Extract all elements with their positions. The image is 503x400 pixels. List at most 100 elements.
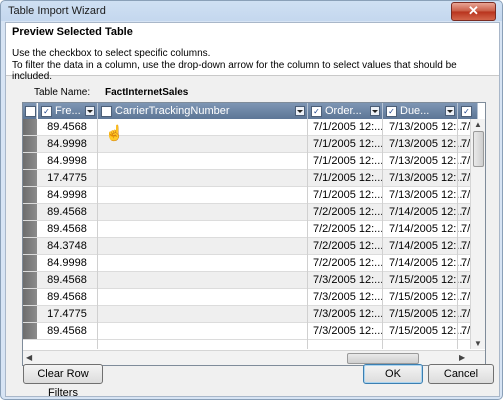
table-row[interactable]: 84.9998 7/1/2005 12:... 7/13/2005 12:... 7/… <box>23 187 485 204</box>
column-header-label: CarrierTrackingNumber <box>115 105 230 117</box>
row-selector[interactable] <box>23 306 37 322</box>
chevron-down-icon[interactable] <box>445 106 455 116</box>
table-name-value: FactInternetSales <box>105 87 189 98</box>
table-cell: 89.4568 <box>47 291 87 303</box>
row-selector[interactable] <box>23 187 37 203</box>
table-cell: 7/13/2005 12:... <box>389 155 466 167</box>
table-cell: 7/3/2005 12:... <box>313 308 384 320</box>
table-cell: 89.4568 <box>47 274 87 286</box>
table-cell: 17.4775 <box>47 172 87 184</box>
horizontal-scroll-thumb[interactable] <box>347 353 419 364</box>
scroll-left-icon[interactable]: ◀ <box>26 353 32 362</box>
section-title: Preview Selected Table <box>12 26 133 38</box>
table-cell: 7/14/2005 12:... <box>389 257 466 269</box>
table-row[interactable]: 84.9998 7/2/2005 12:... 7/14/2005 12:... 7/… <box>23 255 485 272</box>
column-checkbox[interactable]: ✓ <box>386 106 397 117</box>
row-selector[interactable] <box>23 255 37 271</box>
table-row[interactable]: 84.9998 7/1/2005 12:... 7/13/2005 12:... 7/… <box>23 136 485 153</box>
row-selector[interactable] <box>23 289 37 305</box>
row-selector[interactable] <box>23 153 37 169</box>
table-row[interactable]: 84.3748 7/2/2005 12:... 7/14/2005 12:... 7/… <box>23 238 485 255</box>
column-divider <box>97 119 98 349</box>
scroll-right-icon[interactable]: ▶ <box>459 353 465 362</box>
chevron-down-icon[interactable] <box>295 106 305 116</box>
table-cell: 7/15/2005 12:... <box>389 291 466 303</box>
chevron-down-icon[interactable] <box>85 106 95 116</box>
scroll-up-icon[interactable]: ▲ <box>474 120 482 129</box>
row-selector[interactable] <box>23 170 37 186</box>
row-selector[interactable] <box>23 272 37 288</box>
column-header[interactable]: ✓ Fre... <box>38 103 98 119</box>
table-cell: 7/2/2005 12:... <box>313 257 384 269</box>
clear-row-filters-button[interactable]: Clear Row Filters <box>23 364 103 399</box>
table-cell: 7/1/2005 12:... <box>313 189 384 201</box>
header-band: Preview Selected Table Use the checkbox … <box>6 23 499 82</box>
table-cell: 89.4568 <box>47 121 87 133</box>
column-header[interactable]: ✓ <box>458 103 478 119</box>
table-cell: 84.9998 <box>47 189 87 201</box>
row-selector[interactable] <box>23 119 37 135</box>
table-row[interactable]: 89.4568 7/3/2005 12:... 7/15/2005 12:... 7/… <box>23 272 485 289</box>
ok-button[interactable]: OK <box>363 364 423 384</box>
column-header[interactable]: ✓ Due... <box>383 103 458 119</box>
table-cell: 89.4568 <box>47 206 87 218</box>
scroll-down-icon[interactable]: ▼ <box>474 339 482 348</box>
wizard-content: Preview Selected Table Use the checkbox … <box>5 22 500 399</box>
table-cell: 7/2/2005 12:... <box>313 240 384 252</box>
table-cell: 7/1/2005 12:... <box>313 138 384 150</box>
column-divider <box>382 119 383 349</box>
column-header[interactable]: CarrierTrackingNumber <box>98 103 308 119</box>
table-row[interactable]: 89.4568 7/3/2005 12:... 7/15/2005 12:... 7/… <box>23 289 485 306</box>
table-row[interactable]: 84.9998 7/1/2005 12:... 7/13/2005 12:... 7/… <box>23 153 485 170</box>
column-header-label: Order... <box>325 105 362 117</box>
table-row[interactable]: 17.4775 7/3/2005 12:... 7/15/2005 12:... 7/… <box>23 306 485 323</box>
row-selector[interactable] <box>23 136 37 152</box>
table-cell: 7/15/2005 12:... <box>389 325 466 337</box>
horizontal-scrollbar[interactable]: ◀ ▶ <box>23 350 485 365</box>
table-cell: 7/3/2005 12:... <box>313 274 384 286</box>
close-button[interactable]: ✕ <box>451 2 496 21</box>
table-cell: 89.4568 <box>47 325 87 337</box>
table-cell: 7/3/2005 12:... <box>313 325 384 337</box>
cancel-button[interactable]: Cancel <box>428 364 494 384</box>
table-cell: 7/1/2005 12:... <box>313 172 384 184</box>
table-row[interactable]: 89.4568 7/1/2005 12:... 7/13/2005 12:... 7/… <box>23 119 485 136</box>
table-cell: 7/14/2005 12:... <box>389 206 466 218</box>
vertical-scrollbar[interactable]: ▲ ▼ <box>470 119 485 349</box>
column-checkbox[interactable]: ✓ <box>461 106 472 117</box>
title-bar[interactable]: Table Import Wizard ✕ <box>1 1 502 22</box>
table-cell: 84.3748 <box>47 240 87 252</box>
table-cell: 7/14/2005 12:... <box>389 223 466 235</box>
column-checkbox[interactable]: ✓ <box>311 106 322 117</box>
table-row[interactable]: 89.4568 7/3/2005 12:... 7/15/2005 12:... 7/… <box>23 323 485 340</box>
row-selector[interactable] <box>23 204 37 220</box>
column-checkbox[interactable]: ✓ <box>41 106 52 117</box>
instruction-columns: Use the checkbox to select specific colu… <box>12 48 211 59</box>
import-wizard-window: Table Import Wizard ✕ Preview Selected T… <box>0 0 503 400</box>
table-cell: 7/13/2005 12:... <box>389 189 466 201</box>
column-checkbox[interactable] <box>101 106 112 117</box>
chevron-down-icon[interactable] <box>370 106 380 116</box>
select-all-checkbox[interactable] <box>25 106 36 117</box>
row-selector[interactable] <box>23 323 37 339</box>
column-divider <box>307 119 308 349</box>
table-row[interactable]: 17.4775 7/1/2005 12:... 7/13/2005 12:... 7/… <box>23 170 485 187</box>
vertical-scroll-thumb[interactable] <box>473 131 484 167</box>
window-title: Table Import Wizard <box>8 5 106 17</box>
table-name-label: Table Name: <box>34 87 91 98</box>
table-row[interactable]: 89.4568 7/2/2005 12:... 7/14/2005 12:... 7/… <box>23 204 485 221</box>
row-selector[interactable] <box>23 221 37 237</box>
table-cell: 89.4568 <box>47 223 87 235</box>
table-cell: 7/1/2005 12:... <box>313 121 384 133</box>
hand-pointer-icon: ☝ <box>105 125 124 142</box>
column-header[interactable]: ✓ Order... <box>308 103 383 119</box>
table-cell: 7/2/2005 12:... <box>313 206 384 218</box>
table-row[interactable]: 89.4568 7/2/2005 12:... 7/14/2005 12:... 7/… <box>23 221 485 238</box>
preview-grid[interactable]: ✓ Fre... CarrierTrackingNumber ✓ Order... ✓ Du… <box>22 102 486 366</box>
row-selector[interactable] <box>23 238 37 254</box>
table-cell: 7/3/2005 12:... <box>313 291 384 303</box>
table-cell: 7/13/2005 12:... <box>389 121 466 133</box>
select-all-header[interactable] <box>23 103 37 119</box>
table-cell: 84.9998 <box>47 138 87 150</box>
column-header-label: Due... <box>400 105 430 117</box>
